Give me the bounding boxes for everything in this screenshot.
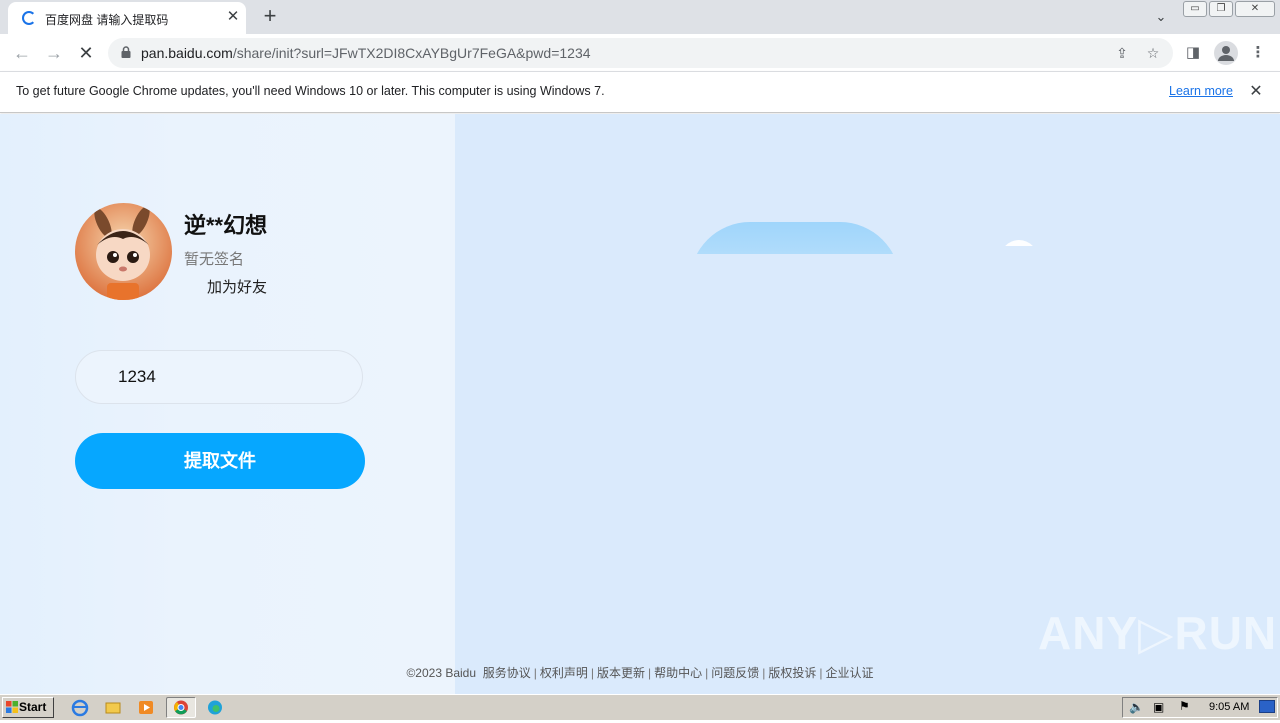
infobar-close-icon[interactable]: ✕ xyxy=(1246,82,1266,102)
action-center-flag-icon[interactable]: ⚑ xyxy=(1179,699,1190,713)
menu-kebab-icon[interactable]: ⋮ xyxy=(1246,41,1270,65)
learn-more-link[interactable]: Learn more xyxy=(1169,84,1233,98)
new-tab-icon[interactable]: + xyxy=(258,5,282,29)
edge-icon[interactable] xyxy=(204,697,226,718)
ie-icon[interactable] xyxy=(69,697,91,718)
browser-toolbar: ← → ✕ pan.baidu.com/share/init?surl=JFwT… xyxy=(0,34,1280,71)
footer: ©2023 Baidu 服务协议 | 权利声明 | 版本更新 | 帮助中心 | 问题反馈 | 版权投… xyxy=(406,666,874,680)
url-text[interactable]: pan.baidu.com/share/init?surl=JFwTX2DI8C… xyxy=(141,45,591,61)
footer-link-help[interactable]: 帮助中心 xyxy=(654,666,702,680)
tab-strip: 百度网盘 请输入提取码 ✕ + ⌄ ▭ ❐ ✕ xyxy=(0,0,1280,34)
footer-link-updates[interactable]: 版本更新 xyxy=(597,666,645,680)
add-friend-link[interactable]: 加为好友 xyxy=(207,276,267,297)
volume-icon[interactable]: 🔈 xyxy=(1129,700,1144,714)
update-infobar: To get future Google Chrome updates, you… xyxy=(0,71,1280,113)
address-bar[interactable]: pan.baidu.com/share/init?surl=JFwTX2DI8C… xyxy=(108,38,1173,68)
tab-active[interactable]: 百度网盘 请输入提取码 ✕ xyxy=(8,2,246,34)
share-panel xyxy=(0,114,455,694)
share-icon[interactable]: ⇪ xyxy=(1112,43,1132,63)
footer-link-rights[interactable]: 权利声明 xyxy=(540,666,588,680)
media-player-icon[interactable] xyxy=(135,697,157,718)
folder-icon[interactable] xyxy=(102,697,124,718)
system-tray: 🔈 ▣ ⚑ 9:05 AM xyxy=(1122,697,1278,718)
side-panel-icon[interactable]: ◨ xyxy=(1181,41,1205,65)
footer-link-enterprise[interactable]: 企业认证 xyxy=(826,666,874,680)
minimize-icon[interactable]: ▭ xyxy=(1183,1,1207,17)
footer-copyright: ©2023 Baidu xyxy=(406,666,477,680)
tab-close-icon[interactable]: ✕ xyxy=(224,8,242,26)
clock[interactable]: 9:05 AM xyxy=(1209,701,1249,713)
taskbar: Start 🔈 ▣ ⚑ 9:05 AM xyxy=(0,694,1280,720)
footer-link-feedback[interactable]: 问题反馈 xyxy=(711,666,759,680)
footer-link-copyright-complaint[interactable]: 版权投诉 xyxy=(768,666,816,680)
watermark-logo: ANY▷RUN xyxy=(1038,607,1278,659)
url-path: /share/init?surl=JFwTX2DI8CxAYBgUr7FeGA&… xyxy=(232,45,591,61)
forward-icon[interactable]: → xyxy=(41,40,67,66)
avatar[interactable] xyxy=(75,203,172,300)
back-icon[interactable]: ← xyxy=(9,40,35,66)
loading-spinner-icon xyxy=(22,11,36,25)
profile-icon[interactable] xyxy=(1214,41,1238,65)
sharer-name: 逆**幻想 xyxy=(184,213,268,238)
restore-icon[interactable]: ❐ xyxy=(1209,1,1233,17)
network-icon[interactable]: ▣ xyxy=(1153,700,1164,714)
windows-logo-icon xyxy=(6,701,18,713)
infobar-message: To get future Google Chrome updates, you… xyxy=(16,84,605,98)
sharer-signature: 暂无签名 xyxy=(184,251,245,268)
lock-icon[interactable] xyxy=(120,46,132,58)
footer-link-terms[interactable]: 服务协议 xyxy=(483,666,531,680)
page-content: 逆**幻想 暂无签名 加为好友 提取文件 ©2023 Baidu 服务协议|权利… xyxy=(0,114,1280,694)
stop-loading-icon[interactable]: ✕ xyxy=(73,40,99,66)
chevron-down-icon[interactable]: ⌄ xyxy=(1150,6,1172,28)
bookmark-star-icon[interactable]: ☆ xyxy=(1143,43,1163,63)
window-close-icon[interactable]: ✕ xyxy=(1235,1,1275,17)
url-host: pan.baidu.com xyxy=(141,45,233,61)
tab-title: 百度网盘 请输入提取码 xyxy=(45,13,169,27)
extract-files-button[interactable]: 提取文件 xyxy=(75,433,365,489)
extraction-code-input[interactable] xyxy=(75,350,363,404)
start-button[interactable]: Start xyxy=(2,697,54,718)
show-desktop-icon[interactable] xyxy=(1259,700,1275,713)
start-label: Start xyxy=(19,700,47,714)
chrome-taskbar-icon[interactable] xyxy=(166,697,196,718)
